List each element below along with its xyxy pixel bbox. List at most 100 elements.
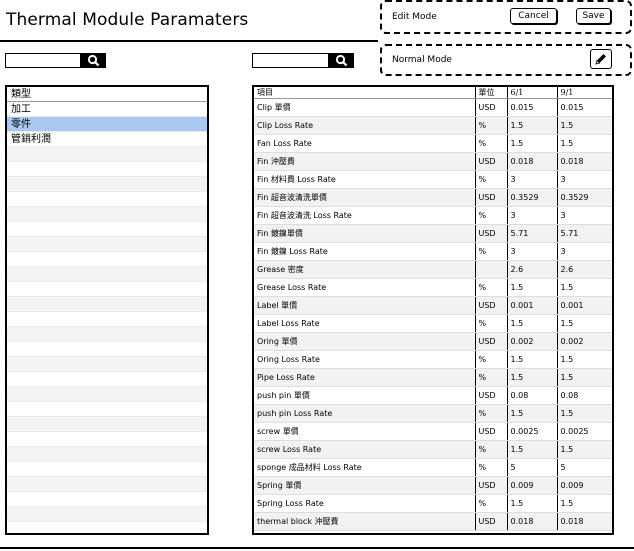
- value-cell-9-1[interactable]: 1.5: [557, 278, 612, 297]
- category-empty-row: [7, 477, 207, 492]
- value-cell-9-1[interactable]: 0.018: [557, 512, 612, 531]
- value-cell-6-1[interactable]: 0.08: [507, 386, 558, 405]
- category-item[interactable]: 零件: [7, 117, 207, 132]
- category-empty-row: [7, 147, 207, 162]
- table-row[interactable]: push pin Loss Rate% 1.5 1.5: [254, 404, 612, 423]
- value-cell-6-1[interactable]: 0.018: [507, 512, 558, 531]
- table-row[interactable]: Fin 超音波清洗單價 USD 0.3529 0.3529: [254, 188, 612, 207]
- value-cell-6-1[interactable]: 0.3529: [507, 188, 558, 207]
- value-cell-9-1[interactable]: 1.5: [557, 440, 612, 459]
- table-row[interactable]: sponge 成品材料 Loss Rate% 5 5: [254, 458, 612, 477]
- param-search-input[interactable]: [252, 53, 329, 68]
- value-cell-9-1[interactable]: 1.5: [557, 116, 612, 135]
- value-cell-9-1[interactable]: 3: [557, 170, 612, 189]
- category-empty-row: [7, 387, 207, 402]
- value-cell-6-1[interactable]: 1.5: [507, 494, 558, 513]
- value-cell-9-1[interactable]: 0.009: [557, 476, 612, 495]
- value-cell-9-1[interactable]: 1.5: [557, 404, 612, 423]
- category-item[interactable]: 管銷利潤: [7, 132, 207, 147]
- category-item[interactable]: 加工: [7, 102, 207, 117]
- category-empty-row: [7, 492, 207, 507]
- value-cell-9-1[interactable]: 0.3529: [557, 188, 612, 207]
- table-row[interactable]: Label 單價 USD 0.001 0.001: [254, 296, 612, 315]
- value-cell-9-1[interactable]: 1.5: [557, 494, 612, 513]
- table-row[interactable]: Grease 密度 2.6 2.6: [254, 260, 612, 279]
- table-row[interactable]: Fin 沖壓費 USD 0.018 0.018: [254, 152, 612, 171]
- table-row[interactable]: push pin 單價 USD 0.08 0.08: [254, 386, 612, 405]
- table-row[interactable]: screw Loss Rate% 1.5 1.5: [254, 440, 612, 459]
- table-row[interactable]: Clip 單價 USD 0.015 0.015: [254, 98, 612, 117]
- table-row[interactable]: Fin 鍍鎳單價 USD 5.71 5.71: [254, 224, 612, 243]
- value-cell-6-1[interactable]: 5.71: [507, 224, 558, 243]
- param-search-button[interactable]: [329, 53, 354, 68]
- table-row[interactable]: Fin 鍍鎳 Loss Rate% 3 3: [254, 242, 612, 261]
- category-search-input[interactable]: [5, 53, 81, 68]
- table-row[interactable]: Clip Loss Rate% 1.5 1.5: [254, 116, 612, 135]
- value-cell-6-1[interactable]: 3: [507, 206, 558, 225]
- value-cell-6-1[interactable]: 0.018: [507, 152, 558, 171]
- table-row[interactable]: Fin 超音波清洗 Loss Rate% 3 3: [254, 206, 612, 225]
- table-row[interactable]: Grease Loss Rate% 1.5 1.5: [254, 278, 612, 297]
- table-row[interactable]: Label Loss Rate% 1.5 1.5: [254, 314, 612, 333]
- value-cell-6-1[interactable]: 0.001: [507, 296, 558, 315]
- value-cell-6-1[interactable]: 0.0025: [507, 422, 558, 441]
- table-row[interactable]: thermal block 沖壓費 USD 0.018 0.018: [254, 512, 612, 531]
- cancel-button[interactable]: Cancel: [510, 8, 557, 24]
- value-cell-9-1[interactable]: 1.5: [557, 350, 612, 369]
- unit-cell: %: [475, 278, 508, 297]
- table-row[interactable]: Fin 材料費 Loss Rate% 3 3: [254, 170, 612, 189]
- table-row[interactable]: Oring 單價 USD 0.002 0.002: [254, 332, 612, 351]
- item-cell: Fan Loss Rate: [254, 134, 476, 153]
- value-cell-9-1[interactable]: 0.001: [557, 296, 612, 315]
- param-search: [252, 53, 354, 68]
- category-empty-row: [7, 417, 207, 432]
- category-list: 類型 加工 零件 管銷利潤: [5, 85, 209, 535]
- value-cell-9-1[interactable]: 0.08: [557, 386, 612, 405]
- table-row[interactable]: Fan Loss Rate% 1.5 1.5: [254, 134, 612, 153]
- value-cell-9-1[interactable]: 5.71: [557, 224, 612, 243]
- unit-cell: USD: [475, 332, 508, 351]
- value-cell-9-1[interactable]: 1.5: [557, 314, 612, 333]
- value-cell-9-1[interactable]: 1.5: [557, 368, 612, 387]
- table-row[interactable]: Spring 單價 USD 0.009 0.009: [254, 476, 612, 495]
- value-cell-6-1[interactable]: 3: [507, 170, 558, 189]
- table-row[interactable]: Pipe Loss Rate% 1.5 1.5: [254, 368, 612, 387]
- column-header: 6/1: [507, 87, 558, 99]
- value-cell-6-1[interactable]: 1.5: [507, 440, 558, 459]
- value-cell-6-1[interactable]: 1.5: [507, 350, 558, 369]
- normal-mode-label: Normal Mode: [392, 55, 452, 65]
- save-button[interactable]: Save: [576, 8, 611, 24]
- value-cell-6-1[interactable]: 0.015: [507, 98, 558, 117]
- category-empty-row: [7, 402, 207, 417]
- value-cell-6-1[interactable]: 1.5: [507, 116, 558, 135]
- value-cell-6-1[interactable]: 1.5: [507, 134, 558, 153]
- category-search-button[interactable]: [81, 53, 106, 68]
- table-row[interactable]: screw 單價 USD 0.0025 0.0025: [254, 422, 612, 441]
- table-row[interactable]: Spring Loss Rate% 1.5 1.5: [254, 494, 612, 513]
- category-empty-row: [7, 237, 207, 252]
- value-cell-6-1[interactable]: 5: [507, 458, 558, 477]
- value-cell-9-1[interactable]: 0.002: [557, 332, 612, 351]
- value-cell-9-1[interactable]: 3: [557, 206, 612, 225]
- value-cell-9-1[interactable]: 0.018: [557, 152, 612, 171]
- value-cell-9-1[interactable]: 3: [557, 242, 612, 261]
- category-empty-row: [7, 222, 207, 237]
- value-cell-9-1[interactable]: 0.0025: [557, 422, 612, 441]
- value-cell-9-1[interactable]: 2.6: [557, 260, 612, 279]
- value-cell-6-1[interactable]: 2.6: [507, 260, 558, 279]
- value-cell-6-1[interactable]: 1.5: [507, 278, 558, 297]
- value-cell-6-1[interactable]: 0.002: [507, 332, 558, 351]
- value-cell-6-1[interactable]: 0.009: [507, 476, 558, 495]
- value-cell-9-1[interactable]: 0.015: [557, 98, 612, 117]
- column-header: 項目: [254, 87, 476, 99]
- value-cell-6-1[interactable]: 1.5: [507, 368, 558, 387]
- item-cell: Fin 鍍鎳 Loss Rate: [254, 242, 476, 261]
- value-cell-9-1[interactable]: 1.5: [557, 134, 612, 153]
- item-cell: Label Loss Rate: [254, 314, 476, 333]
- value-cell-6-1[interactable]: 1.5: [507, 314, 558, 333]
- value-cell-6-1[interactable]: 3: [507, 242, 558, 261]
- value-cell-9-1[interactable]: 5: [557, 458, 612, 477]
- edit-button[interactable]: [590, 49, 612, 69]
- table-row[interactable]: Oring Loss Rate% 1.5 1.5: [254, 350, 612, 369]
- value-cell-6-1[interactable]: 1.5: [507, 404, 558, 423]
